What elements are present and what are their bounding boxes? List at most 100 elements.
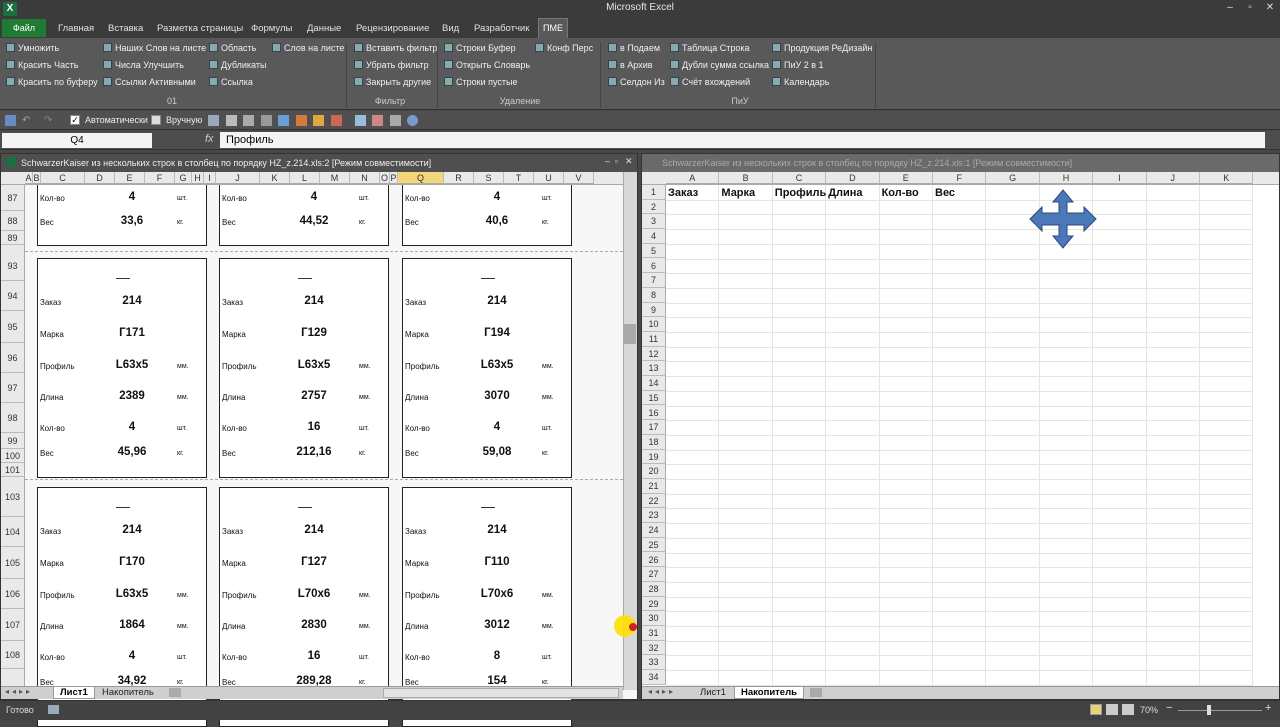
row-header-15[interactable]: 15 — [642, 390, 666, 406]
page-layout-view-icon[interactable] — [1106, 704, 1118, 715]
column-header-t[interactable]: T — [504, 172, 534, 184]
row-header-101[interactable]: 101 — [1, 463, 25, 477]
row-header-28[interactable]: 28 — [642, 581, 666, 597]
column-header-e[interactable]: E — [115, 172, 145, 184]
ribbon-remove-filter[interactable]: Убрать фильтр — [354, 58, 429, 73]
column-header-k[interactable]: K — [1200, 172, 1254, 184]
tab-home[interactable]: Главная — [54, 21, 98, 37]
sheet-tab-nakopitel[interactable]: Накопитель — [96, 687, 160, 699]
toolbar-tool-icon[interactable] — [261, 115, 272, 126]
scroll-thumb[interactable] — [624, 324, 636, 344]
column-header-g[interactable]: G — [175, 172, 192, 184]
column-header-e[interactable]: E — [879, 172, 933, 184]
column-header-k[interactable]: K — [260, 172, 290, 184]
column-header-j[interactable]: J — [1146, 172, 1200, 184]
row-header-16[interactable]: 16 — [642, 405, 666, 421]
row-header-96[interactable]: 96 — [1, 343, 25, 373]
column-header-s[interactable]: S — [474, 172, 504, 184]
zoom-out-icon[interactable]: − — [1166, 702, 1172, 714]
column-header-l[interactable]: L — [290, 172, 320, 184]
row-header-30[interactable]: 30 — [642, 611, 666, 626]
header-cell[interactable]: Заказ — [668, 187, 698, 199]
row-header-11[interactable]: 11 — [642, 332, 666, 347]
column-header-b[interactable]: B — [719, 172, 773, 184]
row-header-5[interactable]: 5 — [642, 243, 666, 259]
toolbar-tool-icon[interactable] — [390, 115, 401, 126]
ribbon-close-others[interactable]: Закрыть другие — [354, 75, 431, 90]
column-header-m[interactable]: M — [320, 172, 350, 184]
column-header-c[interactable]: C — [772, 172, 827, 184]
ribbon-product-redesign[interactable]: Продукция РеДизайн — [772, 41, 872, 56]
minimize-button[interactable]: – — [1222, 1, 1238, 15]
row-header-100[interactable]: 100 — [1, 449, 25, 463]
row-header-29[interactable]: 29 — [642, 596, 666, 612]
zoom-in-icon[interactable]: + — [1265, 702, 1271, 714]
row-header-20[interactable]: 20 — [642, 464, 666, 479]
row-header-99[interactable]: 99 — [1, 433, 25, 449]
row-header-10[interactable]: 10 — [642, 317, 666, 332]
ribbon-conf-pers[interactable]: Конф Перс — [535, 41, 593, 56]
sheet-nav-arrows[interactable]: ◂◂▸▸ — [5, 687, 33, 696]
column-header-d[interactable]: D — [826, 172, 880, 184]
zoom-slider[interactable] — [1178, 710, 1262, 711]
column-header-i[interactable]: I — [204, 172, 216, 184]
ribbon-duplicate-sum-link[interactable]: Дубли сумма ссылка — [670, 58, 769, 73]
row-header-7[interactable]: 7 — [642, 273, 666, 288]
row-header-97[interactable]: 97 — [1, 373, 25, 403]
ribbon-calendar[interactable]: Календарь — [772, 75, 829, 90]
undo-icon[interactable]: ↶ — [22, 115, 33, 126]
ribbon-archive[interactable]: в Архив — [608, 58, 653, 73]
column-header-h[interactable]: H — [192, 172, 204, 184]
row-header-25[interactable]: 25 — [642, 537, 666, 553]
window-minimize-icon[interactable]: – — [605, 156, 610, 166]
ribbon-words-on-sheet[interactable]: Слов на листе — [272, 41, 344, 56]
ribbon-table-row[interactable]: Таблица Строка — [670, 41, 750, 56]
row-header-107[interactable]: 107 — [1, 609, 25, 641]
row-header-105[interactable]: 105 — [1, 547, 25, 579]
row-header-4[interactable]: 4 — [642, 229, 666, 244]
row-header-93[interactable]: 93 — [1, 251, 25, 281]
tab-data[interactable]: Данные — [303, 21, 345, 37]
row-header-26[interactable]: 26 — [642, 552, 666, 568]
header-cell[interactable]: Профиль — [775, 187, 826, 199]
row-header-22[interactable]: 22 — [642, 493, 666, 509]
column-header-h[interactable]: H — [1039, 172, 1094, 184]
row-header-13[interactable]: 13 — [642, 361, 666, 377]
row-header-88[interactable]: 88 — [1, 211, 25, 231]
column-header-j[interactable]: J — [216, 172, 260, 184]
row-header-103[interactable]: 103 — [1, 477, 25, 517]
maximize-button[interactable]: ▫ — [1242, 1, 1258, 15]
row-header-12[interactable]: 12 — [642, 346, 666, 362]
row-header-8[interactable]: 8 — [642, 287, 666, 303]
header-cell[interactable]: Марка — [721, 187, 755, 199]
ribbon-our-words[interactable]: Наших Слов на листе — [103, 41, 206, 56]
toolbar-tool-icon[interactable] — [208, 115, 219, 126]
tab-page-layout[interactable]: Разметка страницы — [153, 21, 247, 37]
column-header-b[interactable]: B — [33, 172, 41, 184]
ribbon-count-occurrences[interactable]: Счёт вхождений — [670, 75, 750, 90]
column-header-p[interactable]: P — [390, 172, 398, 184]
row-header-34[interactable]: 34 — [642, 670, 666, 685]
close-button[interactable]: ✕ — [1262, 1, 1278, 15]
tab-developer[interactable]: Разработчик — [470, 21, 533, 37]
sheet-tab-list1[interactable]: Лист1 — [53, 687, 95, 699]
toolbar-tool-icon[interactable] — [313, 115, 324, 126]
row-header-19[interactable]: 19 — [642, 449, 666, 465]
column-header-i[interactable]: I — [1093, 172, 1147, 184]
row-header-89[interactable]: 89 — [1, 231, 25, 245]
tab-insert[interactable]: Вставка — [104, 21, 147, 37]
ribbon-paint-part[interactable]: Красить Часть — [6, 58, 78, 73]
toolbar-tool-icon[interactable] — [243, 115, 254, 126]
column-header-a[interactable]: A — [25, 172, 33, 184]
column-header-o[interactable]: O — [380, 172, 390, 184]
ribbon-multiply[interactable]: Умножить — [6, 41, 59, 56]
window-close-icon[interactable]: ✕ — [625, 156, 633, 167]
toolbar-tool-icon[interactable] — [278, 115, 289, 126]
header-cell[interactable]: Кол-во — [882, 187, 919, 199]
tab-formulas[interactable]: Формулы — [247, 21, 296, 37]
ribbon-open-dictionary[interactable]: Открыть Словарь — [444, 58, 530, 73]
ribbon-link[interactable]: Ссылка — [209, 75, 253, 90]
column-header-d[interactable]: D — [85, 172, 115, 184]
ribbon-empty-rows[interactable]: Строки пустые — [444, 75, 517, 90]
tab-pme[interactable]: ПМЕ — [538, 18, 568, 38]
